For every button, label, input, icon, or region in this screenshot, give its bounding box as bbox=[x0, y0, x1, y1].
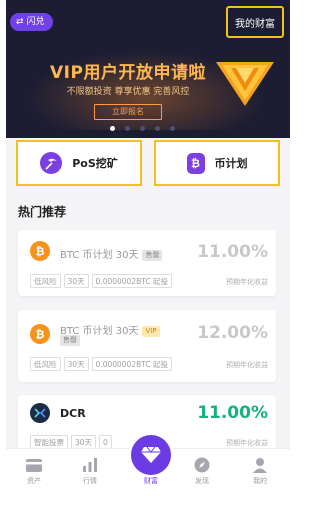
min-investment-tag: 0 bbox=[99, 435, 112, 449]
nav-item-wealth[interactable] bbox=[128, 432, 174, 478]
banner-pagination[interactable] bbox=[110, 126, 175, 131]
product-name-text: BTC 币计划 30天 bbox=[60, 250, 139, 261]
product-card[interactable]: ₿ BTC 币计划 30天 售罄 11.00% 低风险 30天 0.0000002… bbox=[18, 230, 276, 296]
bitcoin-shield-icon: ₿ bbox=[186, 152, 205, 174]
nav-label-assets: 资产 bbox=[27, 477, 41, 485]
vip-v-logo-icon bbox=[216, 62, 274, 106]
term-tag: 30天 bbox=[63, 357, 89, 371]
bitcoin-icon: ₿ bbox=[30, 241, 50, 261]
smart-voting-tag: 智能投票 bbox=[30, 435, 68, 449]
rate-caption: 预期年化收益 bbox=[226, 439, 268, 447]
min-investment-tag: 0.0000002BTC 起投 bbox=[91, 274, 173, 288]
product-name: BTC 币计划 30天 售罄 bbox=[60, 246, 163, 261]
nav-item-discover[interactable]: 发现 bbox=[182, 457, 222, 486]
product-badge-row: 售罄 bbox=[60, 335, 80, 347]
app-screen: ⇄ 闪兑 我的财富 VIP用户开放申请啦 不限额投资 尊享优惠 完善风控 立即报… bbox=[6, 0, 290, 506]
risk-tag: 低风险 bbox=[30, 357, 61, 371]
rate-caption: 预期年化收益 bbox=[226, 361, 268, 369]
banner-title: VIP用户开放申请啦 bbox=[50, 63, 206, 83]
sold-out-badge: 售罄 bbox=[60, 335, 80, 346]
sold-out-badge: 售罄 bbox=[142, 249, 163, 261]
section-title-hot: 热门推荐 bbox=[18, 205, 67, 219]
swap-icon: ⇄ bbox=[16, 17, 24, 27]
register-now-button[interactable]: 立即报名 bbox=[94, 104, 162, 120]
wallet-icon bbox=[25, 457, 43, 473]
product-tags: 低风险 30天 0.0000002BTC 起投 bbox=[30, 274, 173, 288]
product-tags: 低风险 30天 0.0000002BTC 起投 bbox=[30, 357, 173, 371]
term-tag: 30天 bbox=[71, 435, 97, 449]
coin-plan-label: 币计划 bbox=[214, 157, 248, 170]
nav-item-market[interactable]: 行情 bbox=[70, 457, 110, 486]
flash-swap-button[interactable]: ⇄ 闪兑 bbox=[10, 13, 53, 31]
coin-plan-card[interactable]: ₿ 币计划 bbox=[154, 140, 280, 186]
dcr-icon bbox=[30, 403, 50, 423]
compass-icon bbox=[193, 457, 211, 473]
flash-swap-label: 闪兑 bbox=[26, 17, 45, 27]
pagination-dot[interactable] bbox=[140, 126, 145, 131]
pickaxe-icon bbox=[40, 152, 63, 174]
annual-rate: 11.00% bbox=[197, 403, 268, 423]
product-name: DCR bbox=[60, 407, 86, 420]
nav-label-discover: 发现 bbox=[195, 477, 209, 485]
pagination-dot[interactable] bbox=[155, 126, 160, 131]
annual-rate: 11.00% bbox=[197, 242, 268, 262]
vip-badge: VIP bbox=[142, 325, 160, 337]
nav-label-profile: 我的 bbox=[253, 477, 267, 485]
pagination-dot[interactable] bbox=[170, 126, 175, 131]
bitcoin-icon: ₿ bbox=[30, 324, 50, 344]
bar-chart-icon bbox=[81, 457, 99, 473]
promo-banner[interactable]: ⇄ 闪兑 我的财富 VIP用户开放申请啦 不限额投资 尊享优惠 完善风控 立即报… bbox=[6, 0, 290, 138]
nav-label-market: 行情 bbox=[83, 477, 97, 485]
pos-mining-label: PoS挖矿 bbox=[72, 157, 118, 170]
min-investment-tag: 0.0000002BTC 起投 bbox=[91, 357, 173, 371]
risk-tag: 低风险 bbox=[30, 274, 61, 288]
pagination-dot[interactable] bbox=[110, 126, 115, 131]
diamond-icon bbox=[141, 446, 161, 463]
pos-mining-card[interactable]: PoS挖矿 bbox=[16, 140, 142, 186]
product-card[interactable]: ₿ BTC 币计划 30天 VIP 售罄 12.00% 低风险 30天 0.000… bbox=[18, 310, 276, 382]
annual-rate: 12.00% bbox=[197, 323, 268, 343]
user-icon bbox=[251, 457, 269, 473]
my-wealth-button[interactable]: 我的财富 bbox=[226, 6, 284, 38]
nav-item-assets[interactable]: 资产 bbox=[14, 457, 54, 486]
nav-label-wealth[interactable]: 财富 bbox=[131, 476, 171, 486]
banner-subtitle: 不限额投资 尊享优惠 完善风控 bbox=[66, 87, 190, 97]
term-tag: 30天 bbox=[63, 274, 89, 288]
pagination-dot[interactable] bbox=[125, 126, 130, 131]
nav-item-profile[interactable]: 我的 bbox=[240, 457, 280, 486]
rate-caption: 预期年化收益 bbox=[226, 278, 268, 286]
